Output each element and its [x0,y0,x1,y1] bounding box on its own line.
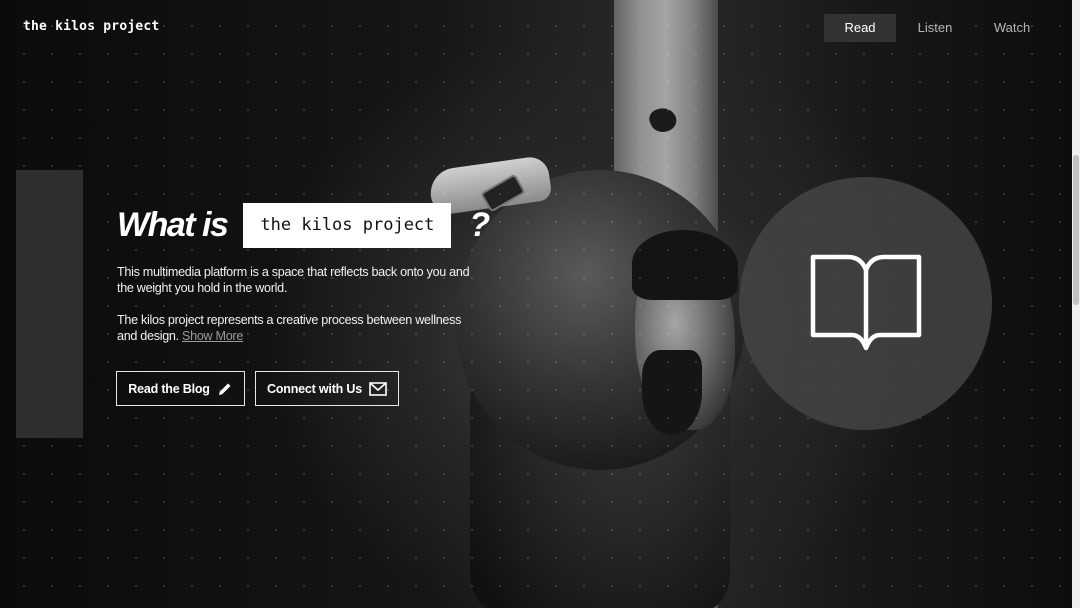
nav-listen[interactable]: Listen [898,14,972,42]
side-accent-bar [16,170,83,438]
hero-headline: What is the kilos project ? [117,203,490,248]
headline-suffix: ? [469,206,491,244]
hero-paragraph-2: The kilos project represents a creative … [117,312,477,344]
site-logo[interactable]: the kilos project [23,19,159,34]
paragraph-2-text: The kilos project represents a creative … [117,313,462,343]
connect-label: Connect with Us [267,381,362,396]
connect-button[interactable]: Connect with Us [255,371,399,406]
headline-highlight: the kilos project [243,203,452,248]
read-blog-button[interactable]: Read the Blog [116,371,245,406]
open-book-icon [810,254,921,350]
scrollbar-thumb[interactable] [1073,155,1079,305]
headline-prefix: What is [117,206,229,244]
hero-paragraph-1: This multimedia platform is a space that… [117,265,470,295]
read-feature-circle[interactable] [739,177,992,430]
main-nav: Read Listen Watch [824,14,1052,42]
envelope-icon [369,381,387,396]
nav-watch[interactable]: Watch [974,14,1050,42]
pencil-icon [218,383,231,395]
show-more-link[interactable]: Show More [182,329,243,343]
read-blog-label: Read the Blog [128,381,210,396]
nav-read[interactable]: Read [824,14,896,42]
